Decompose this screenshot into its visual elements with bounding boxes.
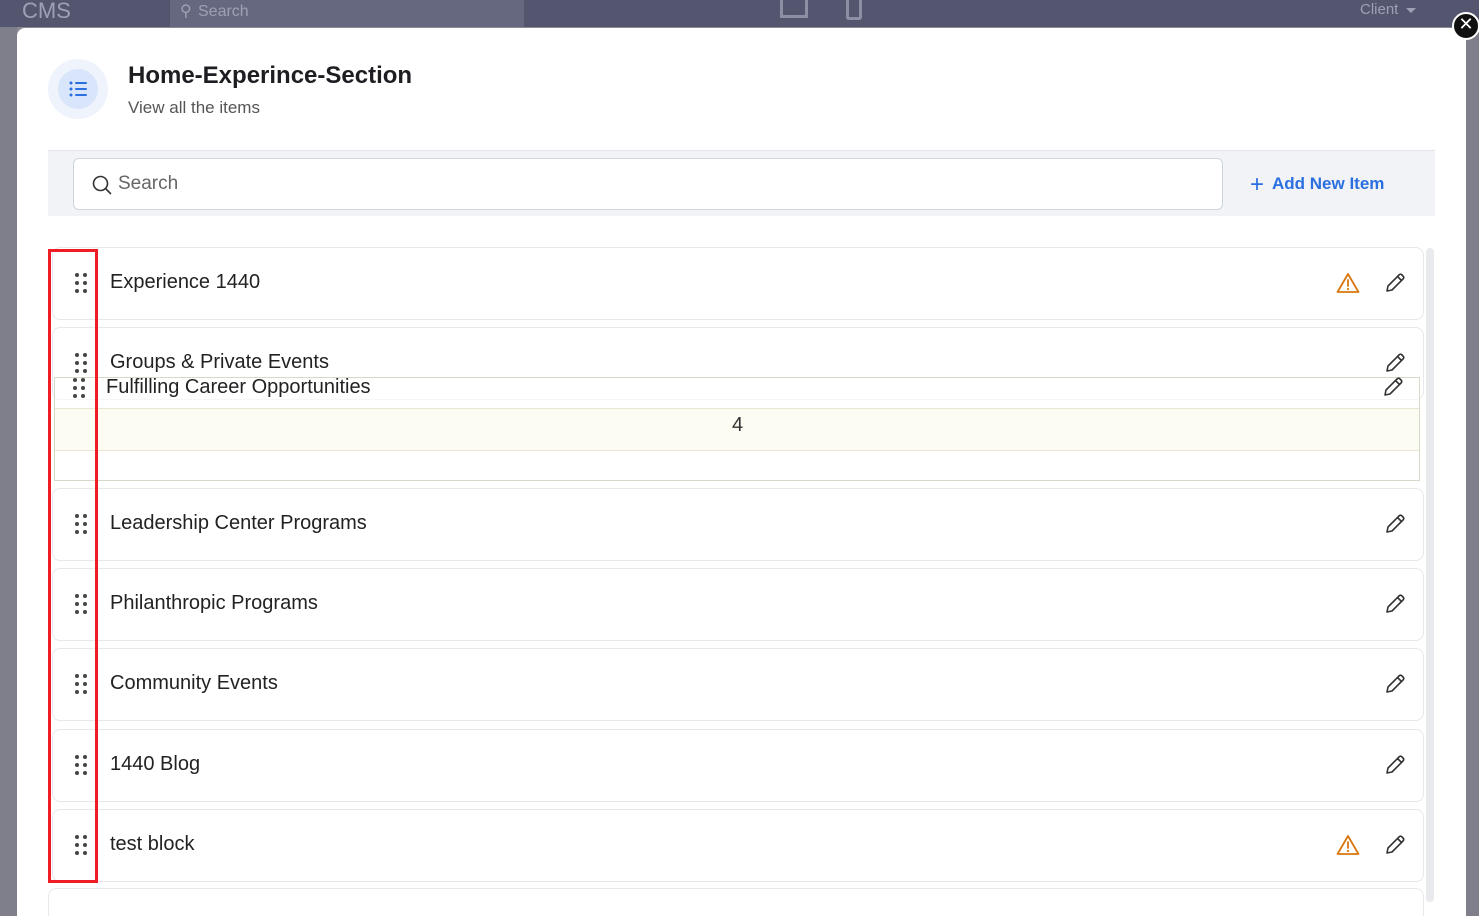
search-icon: ⚲: [180, 3, 192, 20]
list-item[interactable]: Leadership Center Programs: [52, 488, 1424, 561]
background-search: ⚲ Search: [170, 0, 524, 27]
list-item[interactable]: Community Events: [52, 648, 1424, 721]
items-modal: Home-Experince-Section View all the item…: [17, 28, 1466, 916]
dragging-item-label: Fulfilling Career Opportunities: [106, 376, 371, 398]
list-item-label: Leadership Center Programs: [110, 512, 367, 534]
list-item[interactable]: Philanthropic Programs: [52, 568, 1424, 641]
page-subtitle: View all the items: [128, 98, 260, 117]
list-item[interactable]: 1440 Blog: [52, 729, 1424, 802]
background-sidebar: [0, 27, 17, 916]
list-item-label: Philanthropic Programs: [110, 592, 318, 614]
pencil-icon[interactable]: [1384, 272, 1406, 294]
list-item-label: test block: [110, 833, 195, 855]
dragging-item[interactable]: Fulfilling Career Opportunities 4: [54, 376, 1420, 481]
list-icon-badge: [48, 59, 108, 119]
list-item[interactable]: test block: [52, 809, 1424, 882]
warning-icon: [1336, 273, 1360, 293]
pencil-icon[interactable]: [1384, 513, 1406, 535]
pencil-icon[interactable]: [1384, 834, 1406, 856]
list-item-label: 1440 Blog: [110, 753, 201, 775]
client-dropdown: Client: [1360, 1, 1417, 18]
list-scrollbar[interactable]: [1426, 248, 1434, 902]
pencil-icon[interactable]: [1384, 593, 1406, 615]
background-app-bar: CMS ⚲ Search Client: [0, 0, 1479, 27]
pencil-icon[interactable]: [1384, 754, 1406, 776]
background-right-panel: [1466, 27, 1479, 916]
search-input[interactable]: [118, 169, 1208, 199]
toolbar: +Add New Item: [48, 150, 1435, 216]
page-title: Home-Experince-Section: [128, 62, 413, 89]
search-icon: [92, 175, 112, 195]
mobile-view-icon: [846, 0, 862, 20]
pencil-icon[interactable]: [1384, 352, 1406, 374]
list-icon: [69, 81, 87, 97]
add-new-item-button[interactable]: + Add New Item: [1250, 171, 1384, 199]
plus-icon: +: [1250, 171, 1265, 198]
chevron-down-icon: [1406, 7, 1417, 13]
cms-brand: CMS: [22, 0, 71, 23]
close-icon: ✕: [1458, 14, 1474, 35]
pencil-icon[interactable]: [1382, 376, 1404, 398]
search-box[interactable]: [73, 158, 1223, 210]
close-modal-button[interactable]: ✕: [1452, 12, 1479, 40]
list-item-label: Community Events: [110, 672, 278, 694]
list-item-label: Groups & Private Events: [110, 351, 329, 373]
drop-index: 4: [732, 414, 744, 436]
pencil-icon[interactable]: [1384, 673, 1406, 695]
warning-icon: [1336, 835, 1360, 855]
list-item-partial: [48, 888, 1424, 916]
list-item[interactable]: Experience 1440: [52, 247, 1424, 320]
drag-handles-highlight: [48, 249, 98, 883]
desktop-view-icon: [780, 0, 808, 18]
list-item-label: Experience 1440: [110, 271, 261, 293]
